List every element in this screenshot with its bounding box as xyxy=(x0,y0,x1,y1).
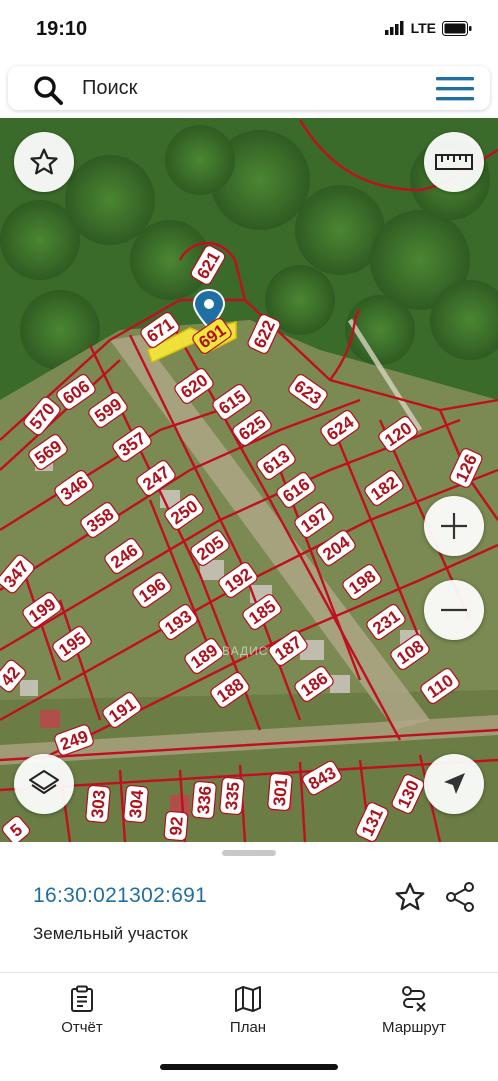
zoom-out-button[interactable] xyxy=(424,580,484,640)
star-icon xyxy=(30,148,58,175)
sheet-drag-handle[interactable] xyxy=(222,850,276,856)
navigation-arrow-icon xyxy=(444,773,465,794)
parcel-label: 335 xyxy=(222,781,243,811)
search-bar[interactable]: Поиск xyxy=(8,66,490,110)
search-icon xyxy=(34,76,63,105)
search-label: Поиск xyxy=(82,77,138,99)
ruler-button[interactable] xyxy=(424,132,484,192)
route-icon xyxy=(402,986,426,1012)
parcel-label: 301 xyxy=(270,777,291,807)
zoom-in-button[interactable] xyxy=(424,496,484,556)
parcel-label: 92 xyxy=(166,816,187,837)
share-icon[interactable] xyxy=(443,880,477,914)
plus-icon xyxy=(441,513,467,539)
map-view[interactable]: 621 671 691 622 606 570 599 620 615 623 … xyxy=(0,118,498,842)
my-location-button[interactable] xyxy=(424,754,484,814)
battery-icon xyxy=(442,20,472,36)
parcel-type: Земельный участок xyxy=(33,924,188,943)
parcel-label: 336 xyxy=(194,785,215,815)
menu-icon[interactable] xyxy=(436,76,474,102)
map-plan-icon xyxy=(235,986,261,1012)
layers-icon xyxy=(29,770,59,794)
report-icon xyxy=(71,985,93,1012)
favorite-star-icon[interactable] xyxy=(393,880,427,914)
parcel-label: 303 xyxy=(88,789,109,819)
tab-route-label: Маршрут xyxy=(382,1019,446,1036)
home-indicator[interactable] xyxy=(160,1064,338,1070)
tab-report-label: Отчёт xyxy=(61,1019,103,1036)
satellite-map[interactable]: 621 671 691 622 606 570 599 620 615 623 … xyxy=(0,118,498,842)
status-time: 19:10 xyxy=(36,18,88,40)
parcel-label: 304 xyxy=(126,789,147,819)
signal-icon xyxy=(384,21,404,35)
minus-icon xyxy=(441,608,467,612)
ruler-icon xyxy=(435,154,473,170)
tab-plan[interactable]: План xyxy=(188,985,308,1036)
layers-button[interactable] xyxy=(14,754,74,814)
status-bar: 19:10 LTE xyxy=(0,0,498,60)
tab-route[interactable]: Маршрут xyxy=(354,985,474,1036)
cadastral-number[interactable]: 16:30:021302:691 xyxy=(33,884,207,908)
tab-report[interactable]: Отчёт xyxy=(22,985,142,1036)
tab-plan-label: План xyxy=(229,1019,267,1036)
map-watermark: ВАДИС xyxy=(222,644,269,658)
status-indicators: LTE xyxy=(384,20,472,36)
parcel-info-sheet[interactable]: 16:30:021302:691 Земельный участок xyxy=(0,842,498,972)
network-type: LTE xyxy=(410,20,436,36)
favorite-map-button[interactable] xyxy=(14,132,74,192)
